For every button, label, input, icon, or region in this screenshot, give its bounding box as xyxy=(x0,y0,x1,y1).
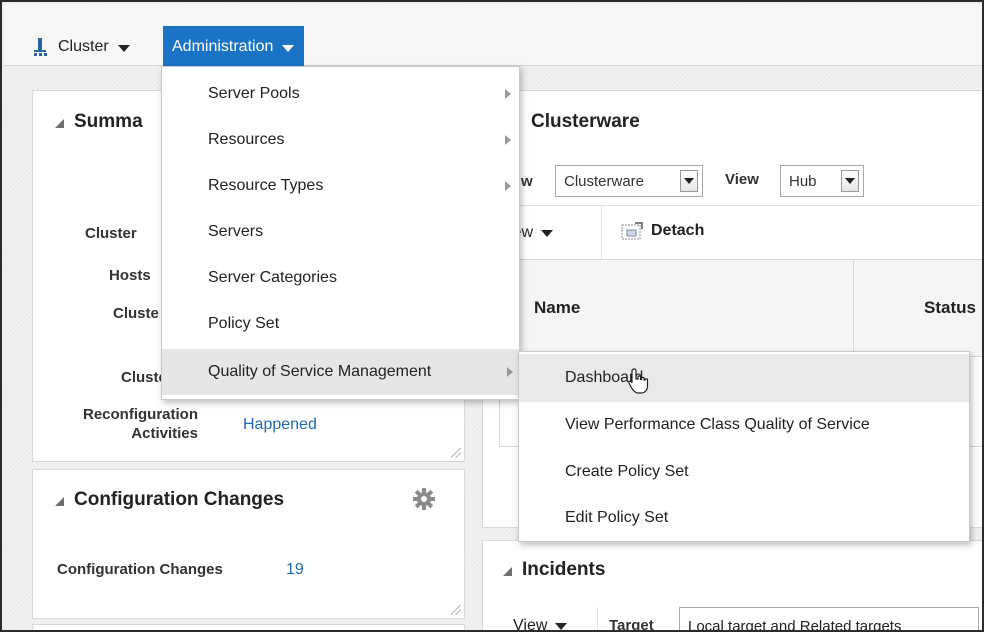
clusterware-title[interactable]: Clusterware xyxy=(531,111,640,133)
incidents-title[interactable]: Incidents xyxy=(503,559,605,581)
chevron-down-icon xyxy=(282,44,295,52)
resize-grip-icon[interactable] xyxy=(451,448,461,458)
view-select[interactable]: Clusterware xyxy=(555,165,703,197)
configuration-changes-title[interactable]: Configuration Changes xyxy=(55,489,284,511)
menu-item-resource-types[interactable]: Resource Types xyxy=(162,163,519,209)
pointer-cursor-icon xyxy=(628,368,649,394)
gear-icon[interactable] xyxy=(413,488,435,510)
detach-button[interactable]: Detach xyxy=(621,222,704,240)
menu-item-policy-set[interactable]: Policy Set xyxy=(162,301,519,347)
submenu-arrow-icon xyxy=(505,89,511,99)
summary-panel-title[interactable]: Summa xyxy=(55,111,143,133)
administration-menu-label: Administration xyxy=(172,38,274,55)
cluster-menu-label: Cluster xyxy=(58,38,109,55)
chevron-down-icon xyxy=(555,622,568,630)
menu-item-quality-of-service-management[interactable]: Quality of Service Management xyxy=(162,349,519,395)
collapse-icon xyxy=(55,118,64,128)
configuration-changes-label: Configuration Changes xyxy=(57,561,223,578)
table-toolbar: iew Detach xyxy=(483,205,982,260)
submenu-arrow-icon xyxy=(505,181,511,191)
qos-submenu: Dashboard View Performance Class Quality… xyxy=(518,351,970,542)
menu-item-server-categories[interactable]: Server Categories xyxy=(162,255,519,301)
target-select[interactable]: Local target and Related targets xyxy=(679,607,979,630)
summary-label: Cluste xyxy=(121,369,167,386)
incidents-view-menu[interactable]: View xyxy=(513,617,568,630)
submenu-item-edit-policy-set[interactable]: Edit Policy Set xyxy=(519,494,969,542)
configuration-changes-count-link[interactable]: 19 xyxy=(286,561,304,579)
column-header-name[interactable]: Name xyxy=(534,298,580,318)
chevron-down-icon xyxy=(541,229,554,237)
incidents-panel: Incidents View Target Local target and R… xyxy=(482,540,982,632)
column-header-status[interactable]: Status xyxy=(924,298,976,318)
hub-select[interactable]: Hub xyxy=(780,165,864,197)
reconfiguration-label: Reconfiguration Activities xyxy=(83,406,198,442)
resize-grip-icon[interactable] xyxy=(451,605,461,615)
reconfiguration-value-link[interactable]: Happened xyxy=(243,416,317,434)
administration-dropdown: Server Pools Resources Resource Types Se… xyxy=(161,66,520,400)
menu-item-resources[interactable]: Resources xyxy=(162,117,519,163)
submenu-item-view-performance-class-qos[interactable]: View Performance Class Quality of Servic… xyxy=(519,401,969,449)
administration-menu[interactable]: Administration xyxy=(163,26,305,68)
view-label-partial: w xyxy=(521,173,533,190)
submenu-arrow-icon xyxy=(505,135,511,145)
collapse-icon xyxy=(503,566,512,576)
cluster-menu[interactable]: Cluster xyxy=(34,32,130,62)
lower-panel xyxy=(32,624,465,630)
submenu-item-create-policy-set[interactable]: Create Policy Set xyxy=(519,448,969,496)
menu-item-server-pools[interactable]: Server Pools xyxy=(162,71,519,117)
table-header: Name Status xyxy=(499,259,982,358)
cluster-icon xyxy=(34,38,50,56)
summary-label: Cluster xyxy=(85,225,137,242)
top-toolbar: Cluster Administration xyxy=(4,4,982,68)
app-window: Cluster Administration Summa Cluster Hos… xyxy=(0,0,984,632)
chevron-down-icon[interactable] xyxy=(680,170,698,192)
collapse-icon xyxy=(55,496,64,506)
chevron-down-icon xyxy=(117,44,130,52)
chevron-down-icon[interactable] xyxy=(841,170,859,192)
view-label: View xyxy=(725,171,759,188)
configuration-changes-panel: Configuration Changes Configuration Chan… xyxy=(32,469,465,619)
menu-item-servers[interactable]: Servers xyxy=(162,209,519,255)
detach-icon xyxy=(621,222,643,240)
summary-label: Cluste xyxy=(113,305,159,322)
submenu-arrow-icon xyxy=(507,367,513,377)
submenu-item-dashboard[interactable]: Dashboard xyxy=(519,354,969,402)
target-label: Target xyxy=(609,617,654,632)
summary-label: Hosts xyxy=(109,267,151,284)
